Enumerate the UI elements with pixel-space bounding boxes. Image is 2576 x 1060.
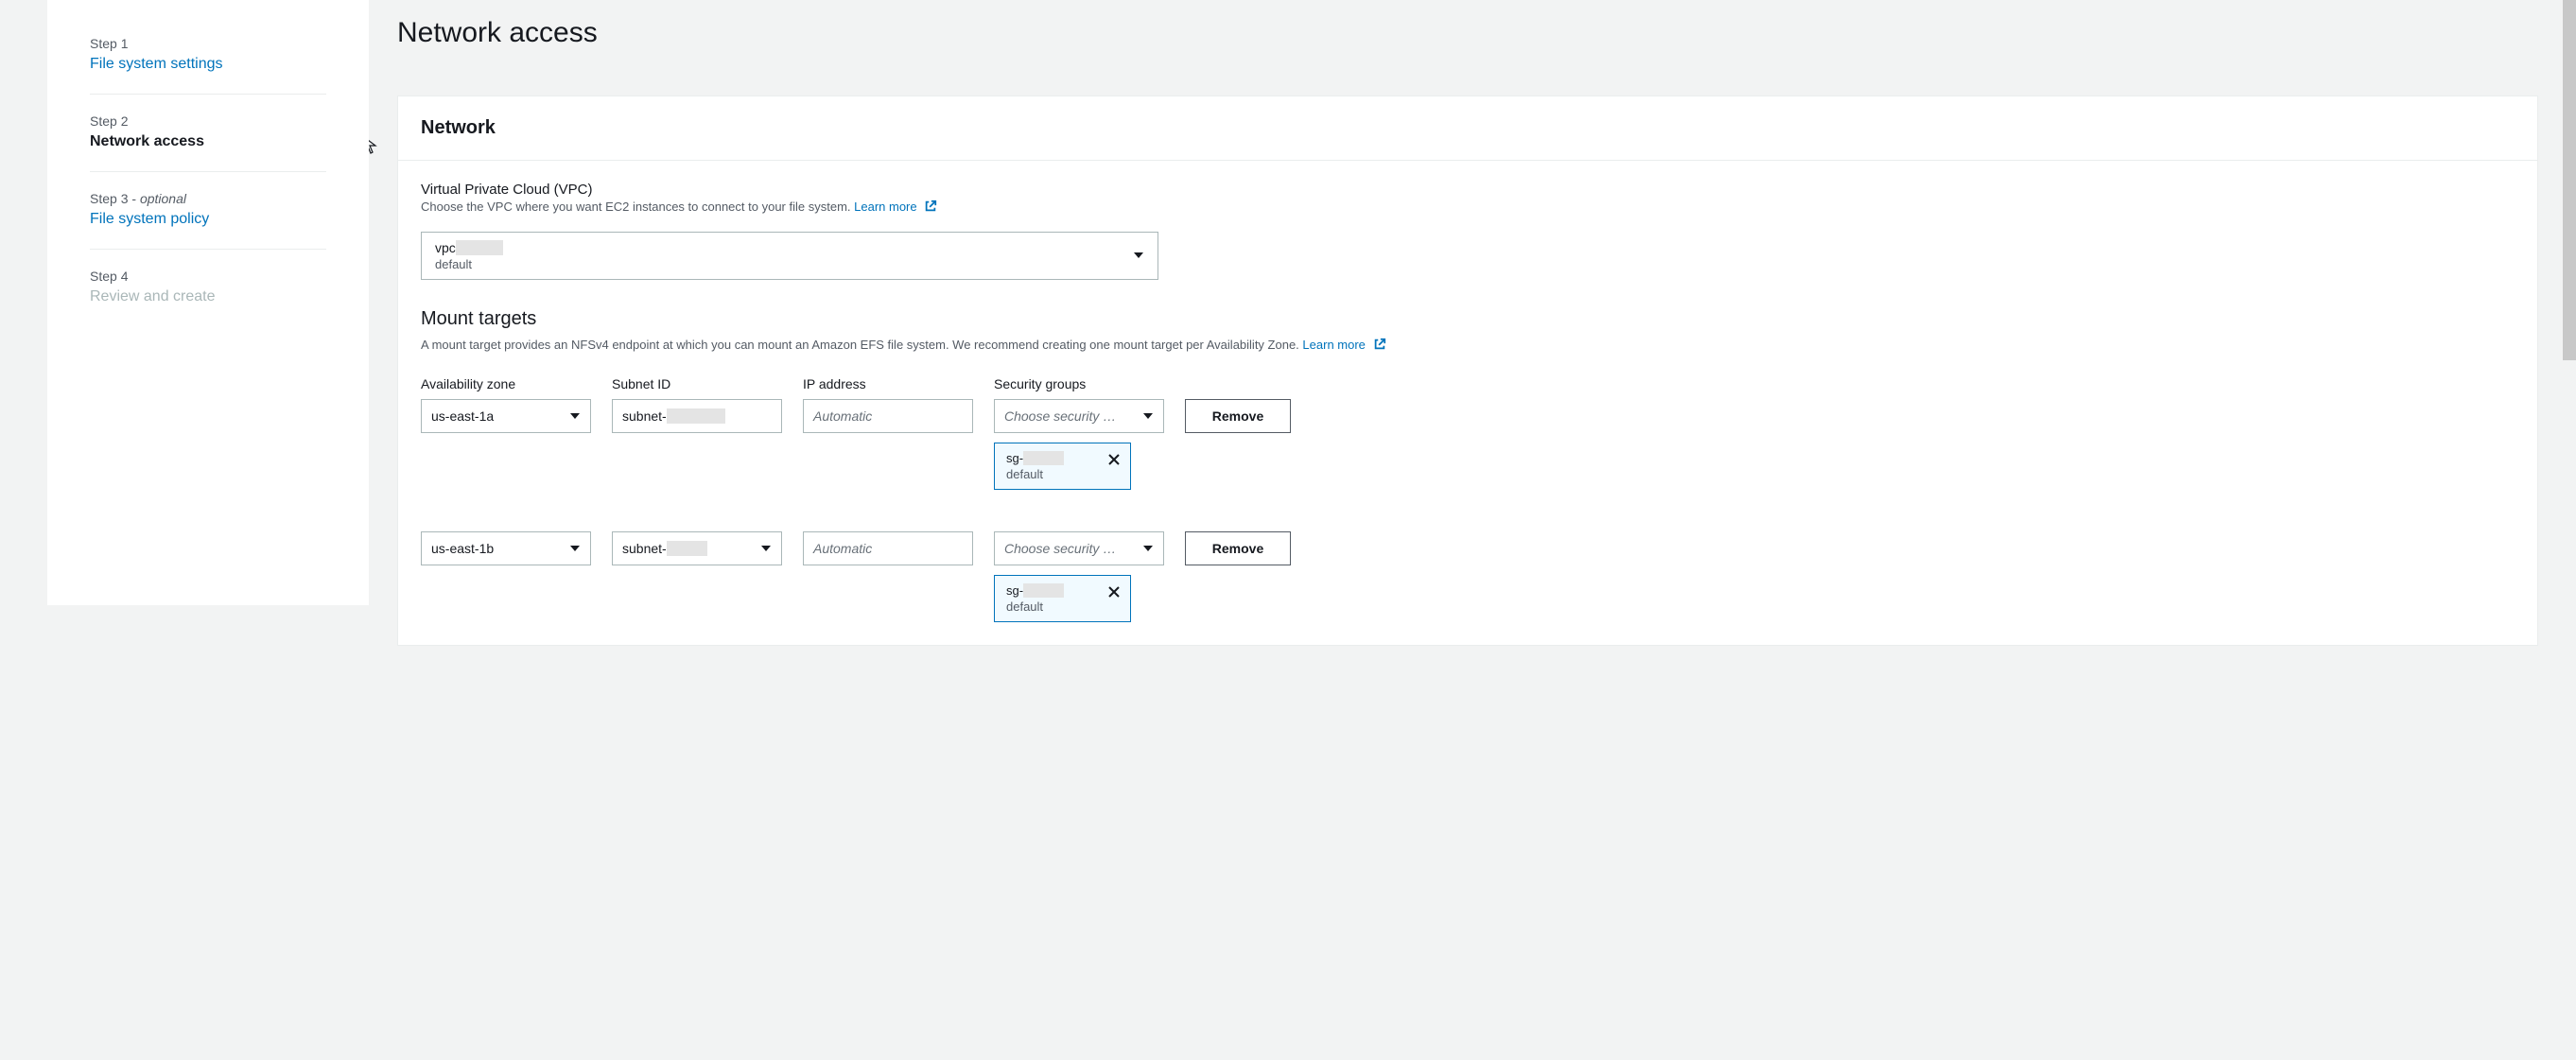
vpc-learn-more-link[interactable]: Learn more bbox=[854, 200, 937, 214]
wizard-page: Step 1 File system settings Step 2 Netwo… bbox=[0, 0, 2576, 1060]
content-area: Network access Network Virtual Private C… bbox=[369, 0, 2576, 1060]
subnet-value: subnet- bbox=[622, 541, 707, 556]
step-number: Step 3 - optional bbox=[90, 191, 326, 206]
chevron-down-icon bbox=[1142, 543, 1154, 554]
chevron-down-icon bbox=[760, 543, 772, 554]
mount-description: A mount target provides an NFSv4 endpoin… bbox=[421, 336, 2515, 356]
step-number: Step 4 bbox=[90, 269, 326, 284]
sg-chip-name: default bbox=[1006, 600, 1096, 614]
close-icon[interactable] bbox=[1105, 451, 1123, 468]
network-panel: Network Virtual Private Cloud (VPC) Choo… bbox=[397, 96, 2538, 646]
sg-cell: Choose security … sg- default bbox=[994, 531, 1164, 622]
ip-input[interactable]: Automatic bbox=[803, 531, 973, 565]
sg-placeholder: Choose security … bbox=[1004, 541, 1116, 556]
step-title[interactable]: File system policy bbox=[90, 211, 326, 228]
ip-placeholder: Automatic bbox=[813, 408, 872, 424]
ip-input[interactable]: Automatic bbox=[803, 399, 973, 433]
sg-cell: Choose security … sg- default bbox=[994, 399, 1164, 490]
close-icon[interactable] bbox=[1105, 583, 1123, 600]
vpc-select[interactable]: vpc default bbox=[421, 232, 1158, 280]
step-1[interactable]: Step 1 File system settings bbox=[90, 17, 326, 95]
col-header-subnet: Subnet ID bbox=[612, 376, 782, 391]
chevron-down-icon bbox=[1133, 250, 1144, 261]
step-optional: optional bbox=[140, 191, 186, 206]
subnet-prefix: subnet- bbox=[622, 408, 667, 424]
subnet-value: subnet- bbox=[622, 408, 725, 424]
mount-desc-text: A mount target provides an NFSv4 endpoin… bbox=[421, 338, 1299, 352]
subnet-prefix: subnet- bbox=[622, 541, 667, 556]
vpc-label: Virtual Private Cloud (VPC) bbox=[421, 182, 2515, 198]
step-title[interactable]: File system settings bbox=[90, 56, 326, 73]
step-3[interactable]: Step 3 - optional File system policy bbox=[90, 172, 326, 250]
remove-button[interactable]: Remove bbox=[1185, 531, 1291, 565]
sg-select[interactable]: Choose security … bbox=[994, 399, 1164, 433]
remove-button[interactable]: Remove bbox=[1185, 399, 1291, 433]
sg-id-prefix: sg- bbox=[1006, 583, 1023, 598]
ip-placeholder: Automatic bbox=[813, 541, 872, 556]
step-4: Step 4 Review and create bbox=[90, 250, 326, 326]
vpc-prefix: vpc bbox=[435, 240, 456, 255]
redacted-text bbox=[456, 240, 504, 255]
vpc-desc-text: Choose the VPC where you want EC2 instan… bbox=[421, 200, 851, 214]
chevron-down-icon bbox=[1142, 410, 1154, 422]
subnet-select[interactable]: subnet- bbox=[612, 531, 782, 565]
az-select[interactable]: us-east-1b bbox=[421, 531, 591, 565]
redacted-text bbox=[667, 408, 725, 424]
sg-id-prefix: sg- bbox=[1006, 451, 1023, 465]
vpc-field: Virtual Private Cloud (VPC) Choose the V… bbox=[421, 182, 2515, 280]
panel-header: Network bbox=[398, 96, 2537, 161]
mount-title: Mount targets bbox=[421, 308, 2515, 330]
sg-chip-name: default bbox=[1006, 467, 1096, 481]
col-header-sg: Security groups bbox=[994, 376, 1164, 391]
scrollbar-track[interactable] bbox=[2563, 0, 2576, 1060]
step-title: Review and create bbox=[90, 288, 326, 305]
redacted-text bbox=[667, 541, 707, 556]
chevron-down-icon bbox=[569, 543, 581, 554]
external-link-icon bbox=[1373, 338, 1386, 356]
sg-select[interactable]: Choose security … bbox=[994, 531, 1164, 565]
vpc-selected-value: vpc bbox=[435, 240, 503, 255]
wizard-steps-sidebar: Step 1 File system settings Step 2 Netwo… bbox=[47, 0, 369, 605]
redacted-text bbox=[1023, 583, 1064, 598]
step-2[interactable]: Step 2 Network access bbox=[90, 95, 326, 172]
sg-chip: sg- default bbox=[994, 443, 1131, 490]
sg-placeholder: Choose security … bbox=[1004, 408, 1116, 424]
sg-chip-id: sg- bbox=[1006, 583, 1096, 598]
col-header-az: Availability zone bbox=[421, 376, 591, 391]
step-number: Step 2 bbox=[90, 113, 326, 129]
az-value: us-east-1a bbox=[431, 408, 494, 424]
panel-body: Virtual Private Cloud (VPC) Choose the V… bbox=[398, 161, 2537, 645]
az-value: us-east-1b bbox=[431, 541, 494, 556]
step-number-text: Step 3 bbox=[90, 191, 128, 206]
az-select[interactable]: us-east-1a bbox=[421, 399, 591, 433]
learn-more-text: Learn more bbox=[854, 200, 916, 214]
col-header-ip: IP address bbox=[803, 376, 973, 391]
external-link-icon bbox=[924, 200, 937, 218]
sg-chip-id: sg- bbox=[1006, 451, 1096, 465]
mount-learn-more-link[interactable]: Learn more bbox=[1302, 338, 1385, 352]
mount-targets-section: Mount targets A mount target provides an… bbox=[421, 308, 2515, 623]
page-title: Network access bbox=[397, 17, 2538, 49]
chevron-down-icon bbox=[569, 410, 581, 422]
subnet-select[interactable]: subnet- bbox=[612, 399, 782, 433]
vpc-selected-subtitle: default bbox=[435, 257, 503, 271]
panel-title: Network bbox=[421, 117, 2515, 139]
redacted-text bbox=[1023, 451, 1064, 465]
sg-chip: sg- default bbox=[994, 575, 1131, 622]
vpc-description: Choose the VPC where you want EC2 instan… bbox=[421, 198, 2515, 218]
row-spacer bbox=[421, 490, 591, 531]
step-title: Network access bbox=[90, 133, 326, 150]
cursor-icon bbox=[369, 143, 378, 158]
mount-targets-grid: Availability zone Subnet ID IP address S… bbox=[421, 376, 2515, 622]
learn-more-text: Learn more bbox=[1302, 338, 1365, 352]
step-number: Step 1 bbox=[90, 36, 326, 51]
